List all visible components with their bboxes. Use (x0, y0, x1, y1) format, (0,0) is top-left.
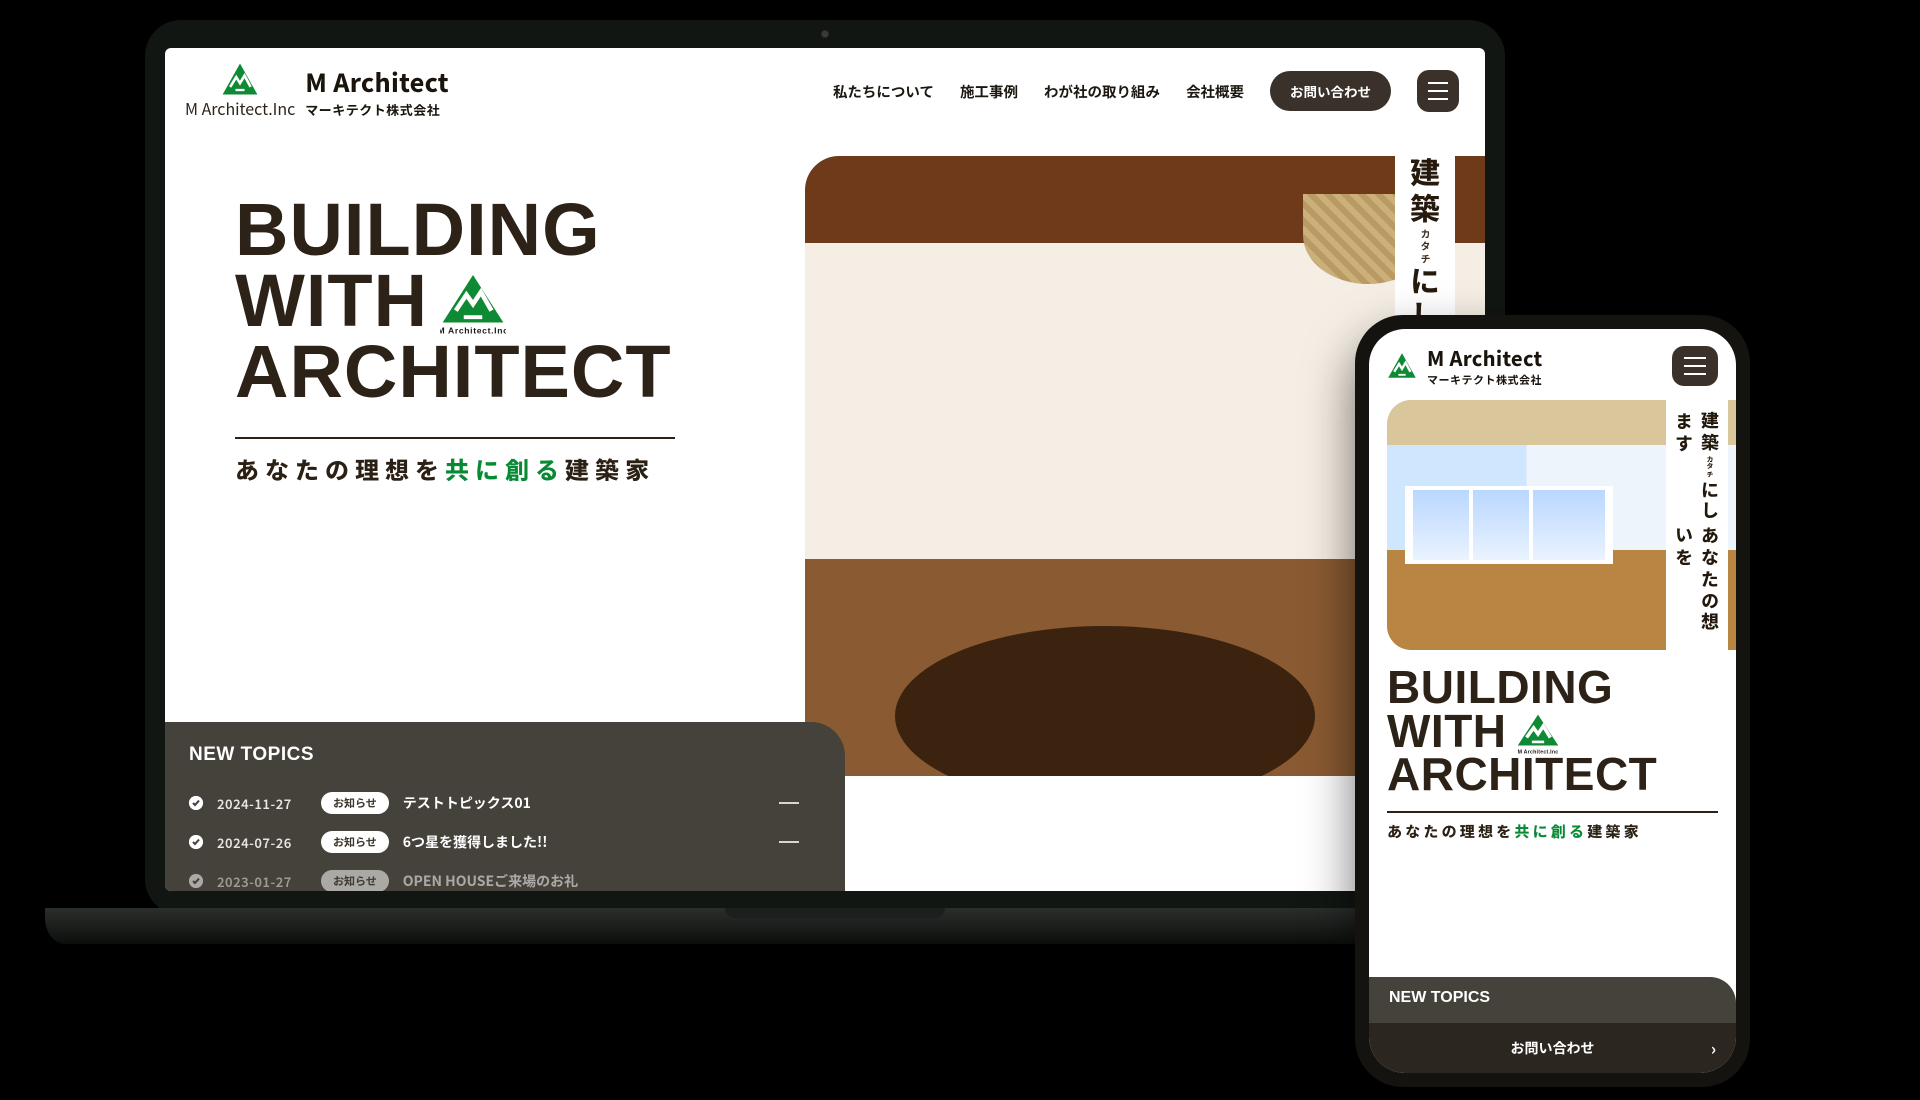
hero-title-line2: WITH (235, 265, 428, 336)
phone-device-frame: M Architect マーキテクト株式会社 あなたの想いを 建築カタチにします (1355, 315, 1750, 1087)
mountain-logo-icon (221, 62, 259, 96)
topic-badge: お知らせ (321, 792, 389, 814)
hero-subtitle: あなたの理想を共に創る建築家 (235, 451, 675, 486)
hero-title-line2: WITH (1387, 710, 1507, 754)
topic-date: 2024-11-27 (217, 794, 307, 813)
nav-link-about[interactable]: 私たちについて (833, 81, 934, 102)
mountain-logo-icon: M Architect.Inc (440, 271, 506, 331)
topic-title: OPEN HOUSEご来場のお礼 (403, 871, 578, 891)
topic-title: テストトピックス01 (403, 793, 531, 813)
contact-button[interactable]: お問い合わせ (1270, 71, 1391, 111)
topic-title: 6つ星を獲得しました!! (403, 832, 548, 852)
mountain-logo-icon: M Architect.Inc (1516, 712, 1560, 752)
hero-title-line1: BUILDING (1387, 666, 1613, 710)
brand-name-en: M Architect (305, 64, 449, 100)
hero-title-line3: ARCHITECT (1387, 753, 1657, 797)
minus-icon (779, 802, 799, 804)
topic-date: 2023-01-27 (217, 872, 307, 891)
new-topics-heading: NEW TOPICS (189, 744, 799, 766)
topic-badge: お知らせ (321, 870, 389, 891)
laptop-camera-dot (820, 29, 830, 39)
topic-row[interactable]: 2024-07-26 お知らせ 6つ星を獲得しました!! (189, 823, 799, 862)
laptop-device-frame: M Architect.Inc M Architect マーキテクト株式会社 私… (145, 20, 1505, 915)
mountain-logo-icon (1387, 352, 1417, 379)
new-topics-panel: NEW TOPICS 2024-11-27 お知らせ テストトピックス01 20… (165, 722, 845, 891)
hamburger-menu-button[interactable] (1672, 346, 1718, 386)
hero-photo: あなたの想いを 建築カタチにします (1387, 400, 1736, 650)
brand-block[interactable]: M Architect マーキテクト株式会社 (1387, 343, 1543, 388)
nav-link-approach[interactable]: わが社の取り組み (1044, 81, 1160, 102)
brand-logo-caption: M Architect.Inc (185, 96, 295, 120)
topic-row[interactable]: 2024-11-27 お知らせ テストトピックス01 (189, 784, 799, 823)
check-circle-icon (189, 874, 203, 888)
topic-date: 2024-07-26 (217, 833, 307, 852)
hero-section: BUILDING WITH M Architect.Inc ARCHITECT … (165, 134, 1485, 659)
desktop-header: M Architect.Inc M Architect マーキテクト株式会社 私… (165, 48, 1485, 134)
brand-name-ja: マーキテクト株式会社 (305, 100, 449, 119)
contact-button[interactable]: お問い合わせ › (1369, 1023, 1736, 1073)
hero-subtitle: あなたの理想を共に創る建築家 (1387, 821, 1718, 842)
new-topics-heading: NEW TOPICS (1369, 977, 1736, 1023)
nav-link-works[interactable]: 施工事例 (960, 81, 1018, 102)
hamburger-menu-button[interactable] (1417, 70, 1459, 112)
hero-vertical-copy: あなたの想いを 建築カタチにします (1666, 400, 1728, 650)
mobile-header: M Architect マーキテクト株式会社 (1369, 329, 1736, 394)
nav-link-company[interactable]: 会社概要 (1186, 81, 1244, 102)
chevron-right-icon: › (1711, 1036, 1716, 1060)
topic-badge: お知らせ (321, 831, 389, 853)
hero-title-line1: BUILDING (235, 194, 601, 265)
check-circle-icon (189, 835, 203, 849)
check-circle-icon (189, 796, 203, 810)
brand-name-ja: マーキテクト株式会社 (1427, 372, 1543, 388)
brand-name-en: M Architect (1427, 343, 1543, 372)
minus-icon (779, 841, 799, 843)
hero-title-line3: ARCHITECT (235, 336, 672, 407)
primary-nav: 私たちについて 施工事例 わが社の取り組み 会社概要 お問い合わせ (833, 70, 1459, 112)
brand-block[interactable]: M Architect.Inc M Architect マーキテクト株式会社 (185, 62, 449, 120)
topic-row[interactable]: 2023-01-27 お知らせ OPEN HOUSEご来場のお礼 (189, 862, 799, 891)
